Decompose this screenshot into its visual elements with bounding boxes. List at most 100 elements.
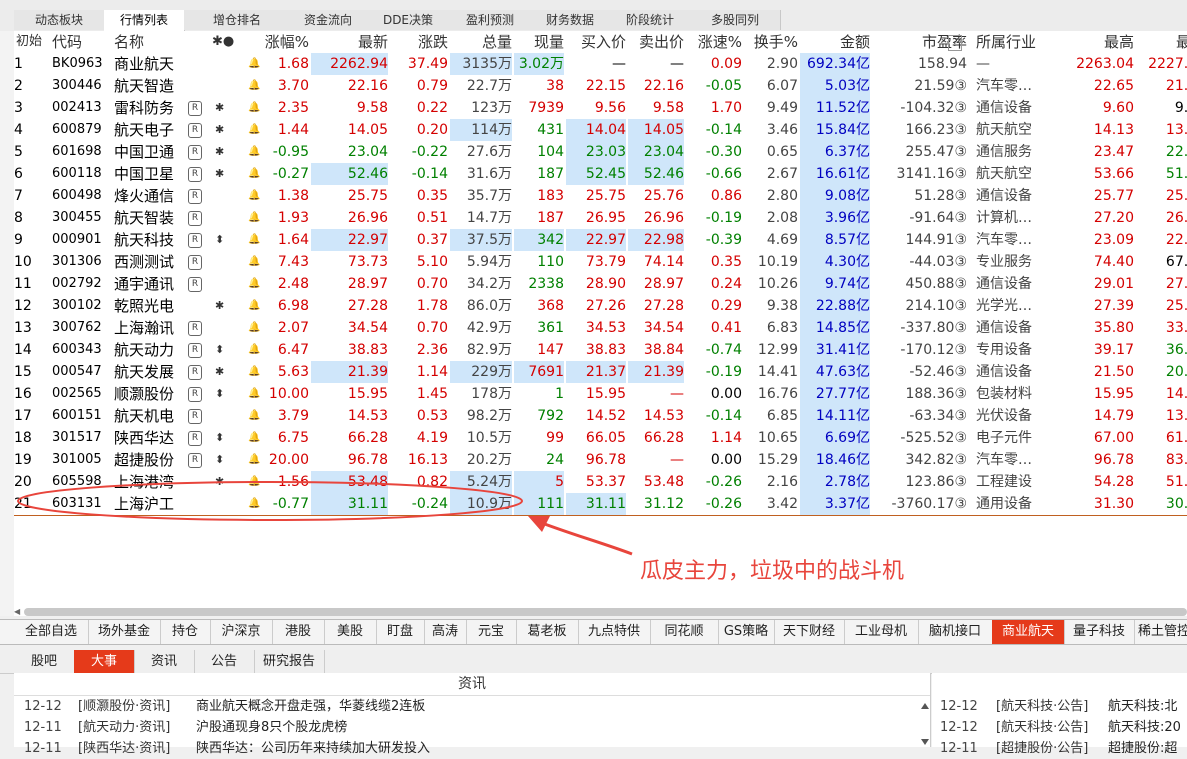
category-tab-0[interactable]: 全部自选 [14, 620, 89, 644]
announcement-headline[interactable]: 航天科技:20 [1108, 718, 1181, 738]
table-row[interactable]: 1 BK0963 商业航天 1.68 2262.94 37.49 3135万 3.02万 — —0… [14, 53, 1187, 75]
bell-icon[interactable]: 🔔 [248, 163, 260, 185]
table-row[interactable]: 3 002413 雷科防务 2.35 9.58 0.22 123万 7939 9.56 9.58 1… [14, 97, 1187, 119]
category-tab-15[interactable]: 脑机接口 [918, 620, 993, 644]
tab-4[interactable]: DDE决策 [366, 10, 451, 30]
category-tab-12[interactable]: GS策略 [718, 620, 775, 644]
category-tab-14[interactable]: 工业母机 [844, 620, 919, 644]
bell-icon[interactable]: 🔔 [248, 251, 260, 273]
category-tab-2[interactable]: 持仓 [160, 620, 211, 644]
bell-icon[interactable]: 🔔 [248, 119, 260, 141]
tab-0[interactable]: 动态板块 [14, 10, 105, 30]
bell-icon[interactable]: 🔔 [248, 207, 260, 229]
column-header-low[interactable]: 最低 [1136, 31, 1187, 53]
bell-icon[interactable]: 🔔 [248, 361, 260, 383]
column-header-bid[interactable]: 买入价 [566, 31, 626, 53]
bell-icon[interactable]: 🔔 [248, 75, 260, 97]
category-tab-17[interactable]: 量子科技 [1064, 620, 1135, 644]
column-header-name[interactable]: 名称 [114, 31, 144, 53]
category-tab-6[interactable]: 盯盘 [376, 620, 425, 644]
table-row[interactable]: 17 600151 航天机电 3.79 14.53 0.53 98.2万 792 14.52 14… [14, 405, 1187, 427]
table-row[interactable]: 2 300446 航天智造 3.70 22.16 0.79 22.7万 38 22.15 22.1… [14, 75, 1187, 97]
news-source[interactable]: [航天动力·资讯] [78, 718, 170, 738]
column-header-high[interactable]: 最高 [1064, 31, 1134, 53]
column-header-turnover[interactable]: 换手% [744, 31, 798, 53]
tab-8[interactable]: 多股同列 [690, 10, 781, 30]
table-row[interactable]: 18 301517 陕西华达 6.75 66.28 4.19 10.5万 99 66.05 66.… [14, 427, 1187, 449]
category-tab-13[interactable]: 天下财经 [774, 620, 845, 644]
category-tab-1[interactable]: 场外基金 [88, 620, 161, 644]
table-row[interactable]: 14 600343 航天动力 6.47 38.83 2.36 82.9万 147 38.83 38… [14, 339, 1187, 361]
column-header-chg[interactable]: 涨跌 [390, 31, 448, 53]
tab-3[interactable]: 资金流向 [290, 10, 367, 30]
bottom-tab-2[interactable]: 资讯 [134, 650, 195, 673]
scroll-left-icon[interactable]: ◀ [14, 607, 24, 617]
bottom-tab-1[interactable]: 大事 [74, 650, 135, 673]
announcement-source[interactable]: [航天科技·公告] [996, 718, 1088, 738]
bell-icon[interactable]: 🔔 [248, 449, 260, 471]
category-tab-8[interactable]: 元宝 [466, 620, 517, 644]
table-row[interactable]: 15 000547 航天发展 5.63 21.39 1.14 229万 7691 21.37 21… [14, 361, 1187, 383]
news-source[interactable]: [陕西华达·资讯] [78, 739, 170, 759]
column-header-idx[interactable]: 初始 [16, 31, 42, 53]
category-tab-10[interactable]: 九点特供 [578, 620, 651, 644]
tab-2[interactable]: 增仓排名 [184, 10, 291, 30]
news-headline[interactable]: 沪股通现身8只个股龙虎榜 [196, 718, 347, 738]
bell-icon[interactable]: 🔔 [248, 97, 260, 119]
announcement-headline[interactable]: 超捷股份:超 [1108, 739, 1177, 759]
table-row[interactable]: 19 301005 超捷股份 20.00 96.78 16.13 20.2万 24 96.78—… [14, 449, 1187, 471]
bell-icon[interactable]: 🔔 [248, 383, 260, 405]
bell-icon[interactable]: 🔔 [248, 339, 260, 361]
tab-6[interactable]: 财务数据 [530, 10, 611, 30]
category-tab-3[interactable]: 沪深京 [210, 620, 273, 644]
bell-icon[interactable]: 🔔 [248, 317, 260, 339]
column-header-chg_pct[interactable]: 涨幅% [244, 31, 309, 53]
bell-icon[interactable]: 🔔 [248, 185, 260, 207]
bell-icon[interactable]: 🔔 [248, 141, 260, 163]
bell-icon[interactable]: 🔔 [248, 405, 260, 427]
bell-icon[interactable]: 🔔 [248, 273, 260, 295]
bell-icon[interactable]: 🔔 [248, 295, 260, 317]
category-tab-11[interactable]: 同花顺 [650, 620, 719, 644]
column-header-code[interactable]: 代码 [52, 31, 82, 53]
bottom-tab-3[interactable]: 公告 [194, 650, 255, 673]
table-row[interactable]: 6 600118 中国卫星 -0.27 52.46 -0.14 31.6万 187 52.45 5… [14, 163, 1187, 185]
table-row[interactable]: 11 002792 通宇通讯 2.48 28.97 0.70 34.2万 2338 28.90 2… [14, 273, 1187, 295]
category-tab-18[interactable]: 稀土管控 [1134, 620, 1187, 644]
table-row[interactable]: 13 300762 上海瀚讯 2.07 34.54 0.70 42.9万 361 34.53 34… [14, 317, 1187, 339]
tab-1[interactable]: 行情列表 [104, 10, 185, 31]
bell-icon[interactable]: 🔔 [248, 427, 260, 449]
news-scroll-arrows-icon[interactable] [920, 701, 930, 747]
column-header-speed[interactable]: 涨速% [686, 31, 742, 53]
pe-help-icon[interactable]: ? [948, 35, 962, 51]
bottom-tab-4[interactable]: 研究报告 [254, 650, 325, 673]
column-header-cur_vol[interactable]: 现量 [514, 31, 564, 53]
column-header-vol[interactable]: 总量 [450, 31, 512, 53]
announcement-source[interactable]: [超捷股份·公告] [996, 739, 1088, 759]
table-row[interactable]: 10 301306 西测测试 7.43 73.73 5.10 5.94万 110 73.79 74… [14, 251, 1187, 273]
bell-icon[interactable]: 🔔 [248, 53, 260, 75]
category-tab-9[interactable]: 葛老板 [516, 620, 579, 644]
tab-5[interactable]: 盈利预测 [450, 10, 531, 30]
table-row[interactable]: 4 600879 航天电子 1.44 14.05 0.20 114万 431 14.04 14.0… [14, 119, 1187, 141]
category-tab-5[interactable]: 美股 [324, 620, 377, 644]
tab-7[interactable]: 阶段统计 [610, 10, 691, 30]
column-header-last[interactable]: 最新 [311, 31, 388, 53]
column-header-ask[interactable]: 卖出价 [628, 31, 684, 53]
bell-icon[interactable]: 🔔 [248, 229, 260, 251]
news-headline[interactable]: 陕西华达：公司历年来持续加大研发投入 [196, 739, 430, 759]
table-row[interactable]: 7 600498 烽火通信 1.38 25.75 0.35 35.7万 183 25.75 25.… [14, 185, 1187, 207]
announcement-source[interactable]: [航天科技·公告] [996, 697, 1088, 717]
column-header-amount[interactable]: 金额 [800, 31, 870, 53]
category-tab-16[interactable]: 商业航天 [992, 620, 1065, 644]
table-row[interactable]: 8 300455 航天智装 1.93 26.96 0.51 14.7万 187 26.95 26.… [14, 207, 1187, 229]
table-row[interactable]: 16 002565 顺灏股份 10.00 15.95 1.45 178万 1 15.95—0.0… [14, 383, 1187, 405]
news-source[interactable]: [顺灏股份·资讯] [78, 697, 170, 717]
category-tab-4[interactable]: 港股 [272, 620, 325, 644]
table-row[interactable]: 12 300102 乾照光电 6.98 27.28 1.78 86.0万 368 27.26 27… [14, 295, 1187, 317]
announcement-headline[interactable]: 航天科技:北 [1108, 697, 1177, 717]
table-row[interactable]: 9 000901 航天科技 1.64 22.97 0.37 37.5万 342 22.97 22.… [14, 229, 1187, 251]
bottom-tab-0[interactable]: 股吧 [14, 650, 75, 673]
category-tab-7[interactable]: 高涛 [424, 620, 467, 644]
news-headline[interactable]: 商业航天概念开盘走强，华菱线缆2连板 [196, 697, 425, 717]
